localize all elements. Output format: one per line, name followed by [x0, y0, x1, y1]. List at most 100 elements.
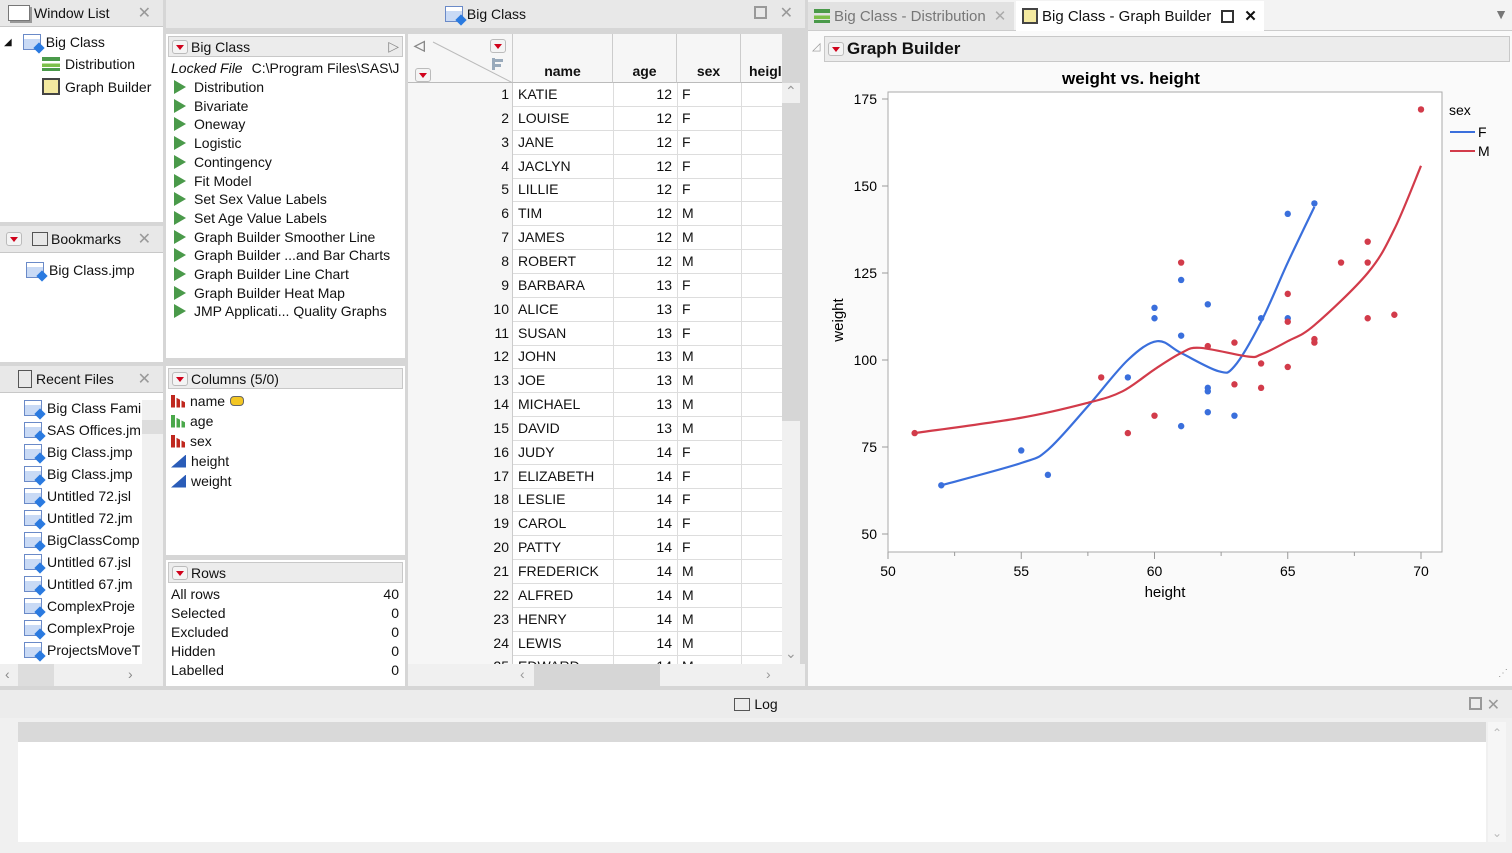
cell-sex[interactable]: M [682, 587, 694, 603]
table-row[interactable]: 17 ELIZABETH 14 F [408, 464, 782, 489]
cell-name[interactable]: ROBERT [518, 253, 576, 269]
data-point[interactable] [1231, 381, 1238, 388]
cell-name[interactable]: TIM [518, 205, 542, 221]
cell-name[interactable]: ELIZABETH [518, 468, 594, 484]
vertical-scrollbar[interactable] [142, 400, 163, 664]
row-header[interactable] [408, 249, 513, 274]
cell-sex[interactable]: F [682, 277, 691, 293]
window-item-big-class[interactable]: ◢ Big Class [4, 34, 105, 50]
table-script-item[interactable]: Logistic [174, 135, 241, 151]
run-script-icon[interactable] [174, 80, 186, 94]
data-point[interactable] [1284, 290, 1291, 298]
table-row[interactable]: 14 MICHAEL 13 M [408, 393, 782, 418]
cell-sex[interactable]: M [682, 635, 694, 651]
cell-sex[interactable]: F [682, 134, 691, 150]
recent-file-item[interactable]: Big Class Fami [24, 400, 141, 416]
run-script-icon[interactable] [174, 285, 186, 300]
close-icon[interactable]: ✕ [994, 7, 1007, 25]
table-row[interactable]: 11 SUSAN 13 F [408, 321, 782, 346]
menu-triangle-icon[interactable] [172, 39, 188, 54]
resize-grip-icon[interactable]: ⋰ [1498, 668, 1508, 679]
recent-file-item[interactable]: ComplexProje [24, 598, 135, 614]
column-item-name[interactable]: name [171, 393, 245, 409]
table-row[interactable]: 22 ALFRED 14 M [408, 583, 782, 608]
cell-age[interactable]: 14 [656, 491, 672, 507]
cell-age[interactable]: 14 [656, 539, 672, 555]
recent-file-item[interactable]: ProjectsMoveT [24, 642, 140, 658]
menu-triangle-icon[interactable] [172, 565, 188, 580]
cell-sex[interactable]: M [682, 611, 694, 627]
cell-age[interactable]: 13 [656, 301, 672, 317]
cell-name[interactable]: SUSAN [518, 325, 566, 341]
cell-name[interactable]: HENRY [518, 611, 567, 627]
cell-age[interactable]: 13 [656, 348, 672, 364]
data-point[interactable] [1204, 409, 1211, 416]
cell-sex[interactable]: M [682, 205, 694, 221]
data-point[interactable] [1177, 276, 1185, 284]
cell-name[interactable]: LILLIE [518, 181, 558, 197]
cell-name[interactable]: ALICE [518, 301, 558, 317]
data-point[interactable] [1044, 471, 1052, 479]
cell-sex[interactable]: F [682, 468, 691, 484]
table-row[interactable]: 6 TIM 12 M [408, 202, 782, 227]
table-row[interactable]: 15 DAVID 13 M [408, 416, 782, 441]
cell-name[interactable]: ALFRED [518, 587, 573, 603]
tab-list-icon[interactable]: ▼ [1494, 6, 1508, 22]
data-point[interactable] [1391, 311, 1398, 318]
data-point[interactable] [1364, 238, 1371, 245]
table-row[interactable]: 1 KATIE 12 F [408, 83, 782, 107]
cell-sex[interactable]: M [682, 420, 694, 436]
column-header-name[interactable]: name [513, 34, 613, 83]
cell-age[interactable]: 12 [656, 134, 672, 150]
cell-age[interactable]: 13 [656, 420, 672, 436]
cell-sex[interactable]: F [682, 110, 691, 126]
cell-sex[interactable]: F [682, 491, 691, 507]
table-row[interactable]: 5 LILLIE 12 F [408, 178, 782, 203]
table-row[interactable]: 20 PATTY 14 F [408, 536, 782, 561]
table-script-item[interactable]: Fit Model [174, 173, 252, 189]
table-script-item[interactable]: Graph Builder Line Chart [174, 266, 349, 282]
data-point[interactable] [1124, 429, 1132, 437]
row-header[interactable] [408, 154, 513, 179]
data-point[interactable] [1284, 363, 1291, 371]
menu-triangle-icon[interactable] [172, 371, 188, 386]
recent-file-item[interactable]: Untitled 67.jm [24, 576, 133, 592]
recent-file-item[interactable]: Untitled 72.jsl [24, 488, 131, 504]
recent-file-item[interactable]: ComplexProje [24, 620, 135, 636]
log-scrollbar[interactable]: ⌃ ⌄ [1488, 722, 1506, 842]
menu-triangle-icon[interactable] [6, 232, 22, 246]
run-script-icon[interactable] [174, 117, 186, 132]
run-script-icon[interactable] [174, 267, 186, 281]
tab-distribution[interactable]: Big Class - Distribution ✕ [808, 2, 1014, 30]
data-point[interactable] [1284, 210, 1291, 218]
data-point[interactable] [1177, 332, 1185, 339]
table-row[interactable]: 25EDWARD14M [408, 655, 782, 664]
cell-name[interactable]: KATIE [518, 86, 557, 102]
grid-horizontal-scrollbar[interactable]: ‹ › [408, 664, 805, 686]
cell-age[interactable]: 12 [656, 158, 672, 174]
row-header[interactable] [408, 106, 513, 131]
table-row[interactable]: 24 LEWIS 14 M [408, 631, 782, 656]
recent-file-item[interactable]: Untitled 72.jm [24, 510, 133, 526]
data-point[interactable] [1204, 388, 1211, 395]
column-header-sex[interactable]: sex [677, 34, 741, 83]
cell-age[interactable]: 13 [656, 396, 672, 412]
cell-sex[interactable]: F [682, 181, 691, 197]
cell-sex[interactable]: M [682, 229, 694, 245]
cell-age[interactable]: 12 [656, 205, 672, 221]
run-script-icon[interactable] [174, 210, 186, 225]
close-icon[interactable]: ✕ [138, 229, 151, 249]
table-row[interactable]: 8 ROBERT 12 M [408, 249, 782, 274]
cell-age[interactable]: 12 [656, 86, 672, 102]
run-script-icon[interactable] [174, 192, 186, 207]
run-script-icon[interactable] [174, 98, 186, 113]
data-point[interactable] [1204, 342, 1211, 350]
data-point[interactable] [1231, 412, 1238, 419]
cell-age[interactable]: 12 [656, 253, 672, 269]
cell-sex[interactable]: F [682, 515, 691, 531]
close-icon[interactable]: ✕ [1244, 7, 1257, 25]
table-script-item[interactable]: Oneway [174, 116, 245, 132]
data-point[interactable] [1364, 315, 1371, 322]
recent-file-item[interactable]: SAS Offices.jm [24, 422, 141, 438]
cell-name[interactable]: DAVID [518, 420, 560, 436]
